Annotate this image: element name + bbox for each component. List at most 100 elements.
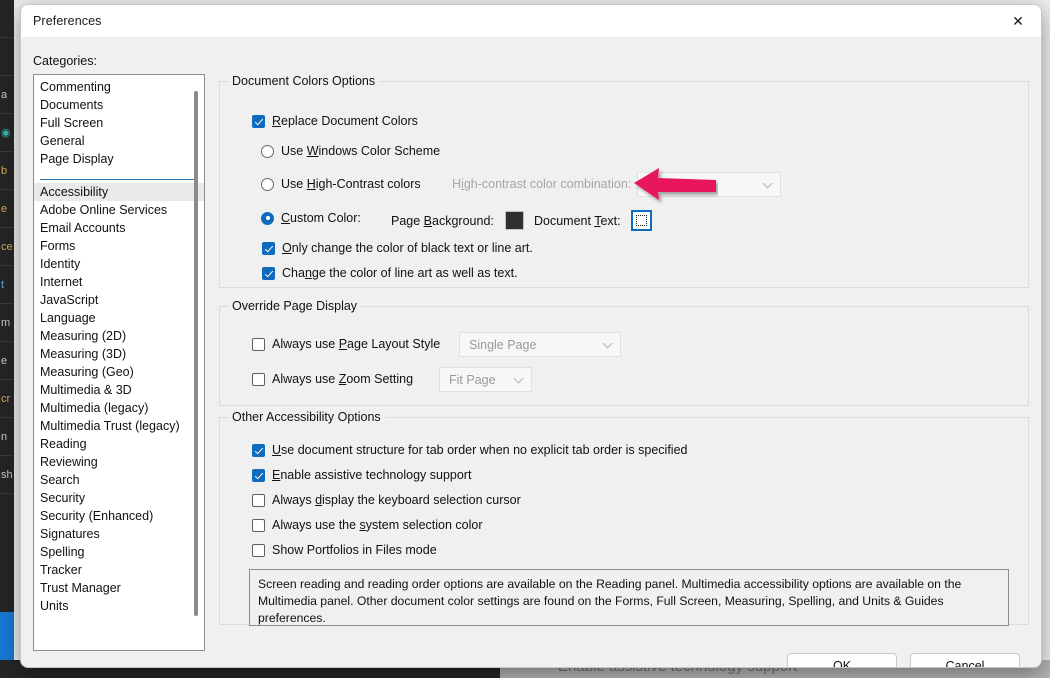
override-page-display-legend: Override Page Display	[228, 299, 361, 313]
always-use-zoom-checkbox[interactable]: Always use Zoom Setting	[252, 372, 413, 386]
categories-scrollbar-thumb[interactable]	[194, 91, 198, 616]
radio-icon[interactable]	[261, 145, 274, 158]
sidebar-item-identity[interactable]: Identity	[34, 255, 204, 273]
replace-document-colors-checkbox[interactable]: Replace Document Colors	[252, 114, 418, 128]
close-icon[interactable]: ✕	[995, 5, 1041, 38]
use-windows-color-scheme-radio[interactable]: Use Windows Color Scheme	[261, 144, 440, 158]
always-display-keyboard-cursor-checkbox[interactable]: Always display the keyboard selection cu…	[252, 493, 521, 507]
sidebar-item-internet[interactable]: Internet	[34, 273, 204, 291]
sidebar-item-email-accounts[interactable]: Email Accounts	[34, 219, 204, 237]
sidebar-item-adobe-online-services[interactable]: Adobe Online Services	[34, 201, 204, 219]
enable-assistive-technology-label: Enable assistive technology support	[272, 468, 471, 482]
sidebar-item-language[interactable]: Language	[34, 309, 204, 327]
sidebar-item-reading[interactable]: Reading	[34, 435, 204, 453]
sidebar-item-commenting[interactable]: Commenting	[34, 78, 204, 96]
categories-label: Categories:	[33, 54, 97, 68]
use-document-structure-checkbox[interactable]: Use document structure for tab order whe…	[252, 443, 688, 457]
sidebar-item-signatures[interactable]: Signatures	[34, 525, 204, 543]
sidebar-item-measuring-2d[interactable]: Measuring (2D)	[34, 327, 204, 345]
custom-color-radio[interactable]: Custom Color:	[261, 211, 361, 225]
high-contrast-combination-label: High-contrast color combination:	[452, 177, 631, 191]
sidebar-item-multimedia-trust-legacy[interactable]: Multimedia Trust (legacy)	[34, 417, 204, 435]
categories-listbox[interactable]: Commenting Documents Full Screen General…	[33, 74, 205, 651]
sidebar-item-reviewing[interactable]: Reviewing	[34, 453, 204, 471]
background-accent-bar	[0, 612, 14, 662]
use-windows-color-scheme-label: Use Windows Color Scheme	[281, 144, 440, 158]
ok-button[interactable]: OK	[787, 653, 897, 668]
background-row: m	[0, 304, 14, 342]
use-high-contrast-colors-label: Use High-Contrast colors	[281, 177, 421, 191]
checkbox-icon[interactable]	[252, 444, 265, 457]
document-text-swatch[interactable]	[632, 211, 651, 230]
sidebar-item-page-display[interactable]: Page Display	[34, 150, 204, 168]
background-row: n	[0, 418, 14, 456]
checkbox-icon[interactable]	[252, 338, 265, 351]
sidebar-item-multimedia-3d[interactable]: Multimedia & 3D	[34, 381, 204, 399]
sidebar-item-measuring-geo[interactable]: Measuring (Geo)	[34, 363, 204, 381]
cancel-button[interactable]: Cancel	[910, 653, 1020, 668]
background-row: e	[0, 190, 14, 228]
page-background-row: Page Background:	[391, 211, 524, 230]
sidebar-item-general[interactable]: General	[34, 132, 204, 150]
background-row: sh	[0, 456, 14, 494]
background-app-sidebar: a ◉ b e ce t m e cr n sh	[0, 0, 14, 660]
checkbox-icon[interactable]	[262, 242, 275, 255]
dialog-title-bar: Preferences ✕	[21, 5, 1041, 38]
dialog-title: Preferences	[21, 14, 102, 28]
checkbox-icon[interactable]	[252, 544, 265, 557]
checkbox-icon[interactable]	[252, 469, 265, 482]
sidebar-item-measuring-3d[interactable]: Measuring (3D)	[34, 345, 204, 363]
accessibility-info-text: Screen reading and reading order options…	[249, 569, 1009, 626]
swatch-inner	[509, 215, 520, 226]
show-portfolios-checkbox[interactable]: Show Portfolios in Files mode	[252, 543, 437, 557]
sidebar-item-search[interactable]: Search	[34, 471, 204, 489]
sidebar-item-documents[interactable]: Documents	[34, 96, 204, 114]
always-use-page-layout-checkbox[interactable]: Always use Page Layout Style	[252, 337, 440, 351]
checkbox-icon[interactable]	[252, 115, 265, 128]
categories-scrollbar[interactable]	[190, 77, 202, 650]
background-row: t	[0, 266, 14, 304]
background-row: ◉	[0, 114, 14, 152]
sidebar-item-trust-manager[interactable]: Trust Manager	[34, 579, 204, 597]
enable-assistive-technology-checkbox[interactable]: Enable assistive technology support	[252, 468, 471, 482]
sidebar-item-security-enhanced[interactable]: Security (Enhanced)	[34, 507, 204, 525]
sidebar-item-multimedia-legacy[interactable]: Multimedia (legacy)	[34, 399, 204, 417]
page-layout-style-select[interactable]: Single Page	[459, 332, 621, 357]
checkbox-icon[interactable]	[262, 267, 275, 280]
sidebar-item-security[interactable]: Security	[34, 489, 204, 507]
page-layout-style-value: Single Page	[469, 338, 536, 352]
document-colors-legend: Document Colors Options	[228, 74, 379, 88]
always-use-page-layout-label: Always use Page Layout Style	[272, 337, 440, 351]
radio-icon[interactable]	[261, 178, 274, 191]
checkbox-icon[interactable]	[252, 519, 265, 532]
always-use-zoom-label: Always use Zoom Setting	[272, 372, 413, 386]
page-background-swatch[interactable]	[505, 211, 524, 230]
background-row: a	[0, 76, 14, 114]
high-contrast-combination-select[interactable]	[637, 172, 781, 197]
sidebar-item-units[interactable]: Units	[34, 597, 204, 615]
sidebar-item-spelling[interactable]: Spelling	[34, 543, 204, 561]
chevron-down-icon	[514, 373, 524, 383]
use-high-contrast-colors-radio[interactable]: Use High-Contrast colors	[261, 177, 421, 191]
custom-color-label: Custom Color:	[281, 211, 361, 225]
checkbox-icon[interactable]	[252, 373, 265, 386]
document-text-row: Document Text:	[534, 211, 651, 230]
use-document-structure-label: Use document structure for tab order whe…	[272, 443, 688, 457]
radio-icon[interactable]	[261, 212, 274, 225]
background-row: e	[0, 342, 14, 380]
preferences-dialog: Preferences ✕ Categories: Commenting Doc…	[20, 4, 1042, 668]
only-change-black-text-checkbox[interactable]: Only change the color of black text or l…	[262, 241, 533, 255]
background-row: ce	[0, 228, 14, 266]
change-line-art-checkbox[interactable]: Change the color of line art as well as …	[262, 266, 518, 280]
zoom-setting-select[interactable]: Fit Page	[439, 367, 532, 392]
sidebar-item-accessibility[interactable]: Accessibility	[34, 183, 204, 201]
background-row: cr	[0, 380, 14, 418]
replace-document-colors-label: Replace Document Colors	[272, 114, 418, 128]
always-use-system-selection-color-checkbox[interactable]: Always use the system selection color	[252, 518, 483, 532]
sidebar-item-javascript[interactable]: JavaScript	[34, 291, 204, 309]
checkbox-icon[interactable]	[252, 494, 265, 507]
sidebar-item-forms[interactable]: Forms	[34, 237, 204, 255]
sidebar-item-full-screen[interactable]: Full Screen	[34, 114, 204, 132]
change-line-art-label: Change the color of line art as well as …	[282, 266, 518, 280]
sidebar-item-tracker[interactable]: Tracker	[34, 561, 204, 579]
